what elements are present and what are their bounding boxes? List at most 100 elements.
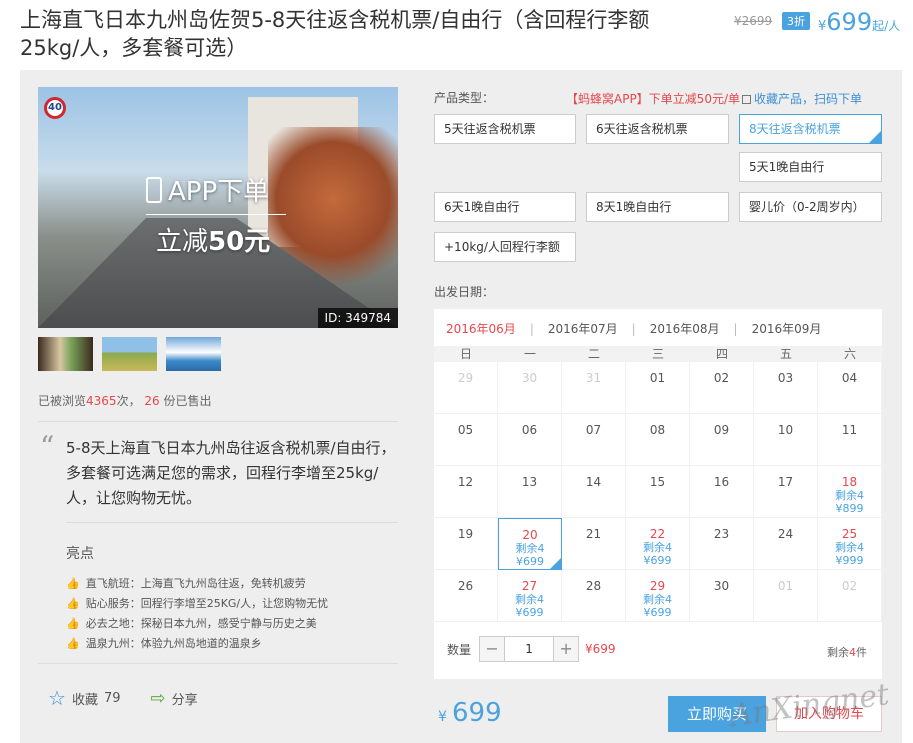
increment-button[interactable]: +	[554, 637, 579, 661]
weekday-label: 六	[843, 347, 856, 361]
day-number: 23	[713, 527, 730, 541]
tab-month-09[interactable]: 2016年09月	[752, 320, 822, 337]
header-price: ¥2699 3折 ¥699起/人	[734, 8, 909, 36]
highlights-list: 👍 直飞航班：上海直飞九州岛往返，免转机疲劳 👍 贴心服务：回程行李增至25KG/人…	[66, 573, 328, 653]
price-unit: 起/人	[872, 19, 901, 33]
calendar-day: 16	[690, 466, 754, 518]
day-number: 21	[585, 527, 602, 541]
share-icon: ⇨	[150, 687, 166, 709]
calendar-day: 09	[690, 414, 754, 466]
day-number: 29	[457, 371, 474, 385]
calendar-day: 08	[626, 414, 690, 466]
promo-line1: APP下单	[168, 177, 270, 207]
stats-prefix: 已被浏览	[38, 394, 87, 408]
month-tabs: 2016年06月 | 2016年07月 | 2016年08月 | 2016年09…	[446, 320, 821, 337]
day-number: 30	[521, 371, 538, 385]
stock-suffix: 件	[856, 646, 867, 659]
thumbnail-coast-view[interactable]	[166, 337, 221, 371]
share-label: 分享	[171, 692, 198, 708]
option-6day-ticket[interactable]: 6天往返含税机票	[586, 114, 729, 144]
thumbnail-room-view[interactable]	[38, 337, 93, 371]
calendar-day-available[interactable]: 25 剩余4 ¥999	[818, 518, 882, 570]
calendar-day-available[interactable]: 27 剩余4 ¥699	[498, 570, 562, 622]
tab-month-07[interactable]: 2016年07月	[548, 320, 618, 337]
day-number: 04	[841, 371, 858, 385]
total-price: ¥ 699	[438, 698, 502, 728]
total-value: 699	[452, 698, 502, 728]
calendar-day: 17	[754, 466, 818, 518]
collect-product-link[interactable]: 收藏产品，扫码下单	[754, 92, 862, 106]
day-number: 25	[841, 527, 858, 541]
speed-sign-icon: 40	[44, 97, 66, 119]
calendar: 2016年06月 | 2016年07月 | 2016年08月 | 2016年09…	[434, 309, 882, 679]
favorite-button[interactable]: ☆ 收藏 79	[48, 686, 121, 710]
tab-divider: |	[631, 321, 636, 336]
divider	[38, 663, 398, 664]
calendar-day: 23	[690, 518, 754, 570]
highlight-item: 👍 直飞航班：上海直飞九州岛往返，免转机疲劳	[66, 573, 328, 593]
promo-line2-amount: 50元	[208, 227, 271, 257]
calendar-day: 30	[690, 570, 754, 622]
day-number: 02	[841, 579, 858, 593]
weekday-label: 二	[587, 347, 600, 361]
divider	[38, 421, 398, 422]
tab-month-08[interactable]: 2016年08月	[650, 320, 720, 337]
app-promo-link[interactable]: 【蚂蜂窝APP】下单立减50元/单 收藏产品，扫码下单	[566, 90, 862, 107]
calendar-day: 07	[562, 414, 626, 466]
day-number: 19	[457, 527, 474, 541]
day-price: ¥699	[643, 554, 672, 567]
option-5day-ticket[interactable]: 5天往返含税机票	[434, 114, 576, 144]
decrement-button[interactable]: −	[480, 637, 505, 661]
view-count: 4365	[86, 394, 117, 408]
day-number: 27	[521, 579, 538, 593]
option-infant-price[interactable]: 婴儿价（0-2周岁内）	[739, 192, 882, 222]
calendar-day: 28	[562, 570, 626, 622]
day-number: 06	[521, 423, 538, 437]
calendar-day-available[interactable]: 18 剩余4 ¥899	[818, 466, 882, 518]
total-currency: ¥	[438, 709, 447, 725]
tab-month-06[interactable]: 2016年06月	[446, 320, 516, 337]
calendar-day-available[interactable]: 29 剩余4 ¥699	[626, 570, 690, 622]
calendar-day: 15	[626, 466, 690, 518]
star-icon: ☆	[48, 686, 66, 710]
stock-prefix: 剩余	[827, 646, 849, 659]
qr-code-icon	[742, 95, 751, 104]
thumbs-up-icon: 👍	[66, 576, 80, 590]
calendar-day: 29	[434, 362, 498, 414]
day-number: 03	[777, 371, 794, 385]
day-number: 26	[457, 579, 474, 593]
product-description: “ 5-8天上海直飞日本九州岛往返含税机票/自由行，多套餐可选满足您的需求，回程…	[40, 433, 396, 511]
tab-divider: |	[733, 321, 738, 336]
day-number: 01	[777, 579, 794, 593]
option-8day-ticket[interactable]: 8天往返含税机票	[739, 114, 882, 144]
option-6day-tour[interactable]: 6天1晚自由行	[434, 192, 576, 222]
calendar-day: 21	[562, 518, 626, 570]
day-number: 22	[649, 527, 666, 541]
stock-remaining: 剩余4件	[827, 644, 867, 660]
calendar-day: 06	[498, 414, 562, 466]
calendar-day: 12	[434, 466, 498, 518]
main-image[interactable]: 40 APP下单 立减50元 ID: 349784	[38, 87, 398, 328]
description-text: 5-8天上海直飞日本九州岛往返含税机票/自由行，多套餐可选满足您的需求，回程行李…	[66, 439, 396, 507]
option-5day-tour[interactable]: 5天1晚自由行	[739, 152, 882, 182]
calendar-day-available[interactable]: 20 剩余4 ¥699	[498, 518, 562, 570]
option-8day-tour[interactable]: 8天1晚自由行	[586, 192, 729, 222]
calendar-day-available[interactable]: 22 剩余4 ¥699	[626, 518, 690, 570]
day-number: 10	[777, 423, 794, 437]
thumbnail-rice-field[interactable]	[102, 337, 157, 371]
weekday-label: 三	[651, 347, 664, 361]
option-extra-luggage[interactable]: +10kg/人回程行李额	[434, 232, 576, 262]
quantity-input[interactable]: 1	[504, 637, 555, 661]
day-number: 12	[457, 475, 474, 489]
calendar-day: 10	[754, 414, 818, 466]
thumbs-up-icon: 👍	[66, 596, 80, 610]
day-number: 14	[585, 475, 602, 489]
original-price: ¥2699	[734, 14, 773, 28]
calendar-day: 13	[498, 466, 562, 518]
highlight-item: 👍 必去之地：探秘日本九州，感受宁静与历史之美	[66, 613, 328, 633]
remaining-seats: 剩余4	[515, 542, 545, 555]
quantity-label: 数量	[447, 642, 472, 657]
share-button[interactable]: ⇨ 分享	[151, 688, 198, 709]
weekday-label: 一	[523, 347, 536, 361]
day-number: 30	[713, 579, 730, 593]
